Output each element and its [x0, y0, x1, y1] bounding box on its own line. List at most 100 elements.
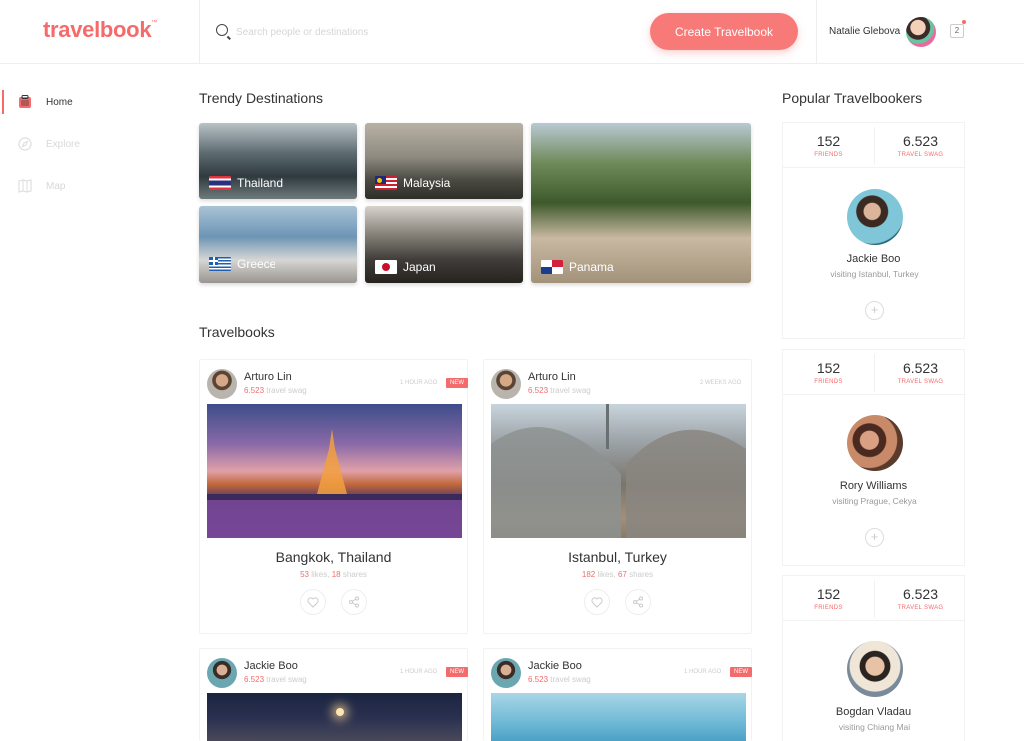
destination-name: Greece: [237, 257, 275, 271]
likes-word: likes,: [311, 570, 330, 579]
sidebar-item-home[interactable]: Home: [0, 90, 180, 114]
logo[interactable]: travelbook™: [43, 17, 157, 43]
place-name[interactable]: Bangkok, Thailand: [200, 549, 467, 565]
follow-button[interactable]: +: [865, 528, 884, 547]
user-name[interactable]: Natalie Glebova: [829, 26, 900, 37]
avatar[interactable]: [207, 658, 237, 688]
destination-name: Thailand: [237, 176, 284, 190]
travelbook-card[interactable]: Jackie Boo 6.523 travel swag 1 HOUR AGO …: [199, 648, 468, 741]
share-icon: [349, 596, 359, 608]
card-stats: 53 likes, 18 shares: [200, 570, 467, 579]
place-name[interactable]: Istanbul, Turkey: [484, 549, 751, 565]
divider: [816, 0, 817, 64]
avatar[interactable]: [847, 189, 903, 245]
destination-label: Greece: [209, 257, 275, 271]
notification-icon[interactable]: 2: [950, 24, 964, 38]
swag-label: TRAVEL SWAG: [897, 379, 944, 385]
travelbook-card[interactable]: Arturo Lin 6.523 travel swag 1 HOUR AGO …: [199, 359, 468, 634]
card-photo[interactable]: [207, 693, 462, 741]
travelbooker-card[interactable]: 152 FRIENDS 6.523 TRAVEL SWAG Jackie Boo v…: [782, 122, 965, 339]
friends-count: 152: [816, 133, 841, 149]
sidebar-item-map[interactable]: Map: [0, 174, 180, 198]
likes-count: 182: [581, 570, 596, 579]
avatar[interactable]: [847, 415, 903, 471]
post-time: 1 HOUR AGO: [684, 669, 722, 675]
share-button[interactable]: [625, 589, 651, 615]
travel-swag: 6.523 travel swag: [528, 675, 591, 684]
popular-travelbookers-title: Popular Travelbookers: [782, 90, 923, 106]
destination-card-panama[interactable]: Panama: [531, 123, 751, 283]
travelbooker-card[interactable]: 152 FRIENDS 6.523 TRAVEL SWAG Rory William…: [782, 349, 965, 566]
post-time: 1 HOUR AGO: [400, 380, 438, 386]
travel-swag: 6.523 travel swag: [528, 386, 591, 395]
logo-text: travelbook: [43, 17, 152, 42]
share-icon: [633, 596, 643, 608]
friends-stat: 152 FRIENDS: [783, 586, 874, 611]
panama-flag-icon: [541, 260, 563, 274]
friends-count: 152: [816, 586, 841, 602]
sidebar-item-label: Explore: [46, 139, 80, 150]
destination-name: Malaysia: [403, 176, 451, 190]
like-button[interactable]: [584, 589, 610, 615]
author-name[interactable]: Jackie Boo: [244, 660, 298, 672]
swag-count: 6.523: [902, 133, 939, 149]
swag-suffix: travel swag: [266, 675, 307, 684]
trademark-mark: ™: [151, 20, 157, 26]
card-photo[interactable]: [491, 693, 746, 741]
destination-label: Japan: [375, 260, 436, 274]
user-avatar[interactable]: [906, 17, 936, 47]
author-name[interactable]: Arturo Lin: [528, 371, 576, 383]
follow-button[interactable]: +: [865, 301, 884, 320]
author-name[interactable]: Arturo Lin: [244, 371, 292, 383]
sidebar-item-label: Home: [46, 97, 73, 108]
istanbul-photo[interactable]: [491, 404, 746, 538]
destination-card-thailand[interactable]: Thailand: [199, 123, 357, 199]
destination-name: Japan: [403, 260, 436, 274]
new-badge: NEW: [446, 378, 468, 388]
compass-icon: [18, 137, 32, 151]
travelbooks-title: Travelbooks: [199, 324, 275, 340]
heart-icon: [307, 596, 319, 608]
avatar[interactable]: [847, 641, 903, 697]
avatar[interactable]: [207, 369, 237, 399]
post-time: 2 WEEKS AGO: [700, 380, 742, 386]
destination-card-malaysia[interactable]: Malaysia: [365, 123, 523, 199]
destination-card-greece[interactable]: Greece: [199, 206, 357, 283]
swag-count: 6.523: [528, 386, 549, 395]
likes-word: likes,: [597, 570, 616, 579]
destination-card-japan[interactable]: Japan: [365, 206, 523, 283]
author-name[interactable]: Jackie Boo: [528, 660, 582, 672]
traveler-name[interactable]: Rory Williams: [783, 480, 964, 492]
create-travelbook-button[interactable]: Create Travelbook: [650, 13, 798, 50]
friends-stat: 152 FRIENDS: [783, 133, 874, 158]
sidebar-item-label: Map: [46, 181, 66, 192]
shares-word: shares: [342, 570, 367, 579]
visiting-text: visiting Prague, Cekya: [832, 496, 917, 506]
swag-count: 6.523: [902, 360, 939, 376]
shares-count: 67: [617, 570, 627, 579]
travelbook-card[interactable]: Arturo Lin 6.523 travel swag 2 WEEKS AGO…: [483, 359, 752, 634]
divider: [199, 0, 200, 64]
avatar[interactable]: [491, 369, 521, 399]
search-input[interactable]: [236, 22, 616, 42]
destination-label: Malaysia: [375, 176, 450, 190]
divider: [783, 167, 964, 168]
like-button[interactable]: [300, 589, 326, 615]
friends-stat: 152 FRIENDS: [783, 360, 874, 385]
top-bar: travelbook™ Create Travelbook Natalie Gl…: [0, 0, 1024, 64]
swag-label: TRAVEL SWAG: [897, 605, 944, 611]
divider: [783, 394, 964, 395]
traveler-name[interactable]: Bogdan Vladau: [783, 706, 964, 718]
friends-label: FRIENDS: [814, 379, 843, 385]
swag-count: 6.523: [902, 586, 939, 602]
temple-silhouette: [207, 429, 462, 538]
new-badge: NEW: [730, 667, 752, 677]
traveler-name[interactable]: Jackie Boo: [783, 253, 964, 265]
travelbook-card[interactable]: Jackie Boo 6.523 travel swag 1 HOUR AGO …: [483, 648, 752, 741]
share-button[interactable]: [341, 589, 367, 615]
swag-count: 6.523: [528, 675, 549, 684]
travelbooker-card[interactable]: 152 FRIENDS 6.523 TRAVEL SWAG Bogdan Vlada…: [782, 575, 965, 741]
avatar[interactable]: [491, 658, 521, 688]
bangkok-photo[interactable]: [207, 404, 462, 538]
sidebar-item-explore[interactable]: Explore: [0, 132, 180, 156]
